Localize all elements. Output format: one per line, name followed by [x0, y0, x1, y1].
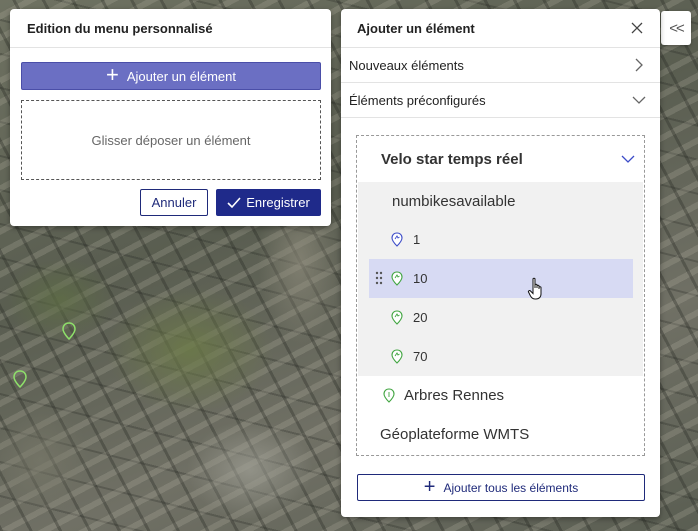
section-label: Éléments préconfigurés — [349, 92, 486, 108]
checkmark-icon — [227, 196, 241, 208]
save-label: Enregistrer — [246, 195, 310, 210]
tree-item[interactable]: 1 — [358, 220, 643, 259]
tree-item-label: 70 — [413, 349, 428, 364]
map-pin-green-icon — [391, 271, 403, 286]
tree-item-label: 20 — [413, 310, 428, 325]
add-element-panel: Ajouter un élément Nouveaux éléments Élé… — [341, 9, 660, 517]
drag-handle-icon[interactable] — [375, 271, 383, 285]
tree-item[interactable]: 10 — [369, 259, 633, 298]
section-preconfigured[interactable]: Éléments préconfigurés — [341, 83, 660, 118]
chevron-down-icon — [632, 96, 646, 104]
close-icon[interactable] — [630, 21, 644, 35]
layer-label: Géoplateforme WMTS — [380, 426, 530, 443]
map-pin-green-icon — [383, 388, 395, 403]
section-new-elements[interactable]: Nouveaux éléments — [341, 48, 660, 83]
map-pin-icon[interactable] — [62, 322, 76, 340]
preconfigured-tree: Velo star temps réel numbikesavailable 1… — [356, 135, 645, 456]
plus-icon: + — [106, 62, 119, 87]
map-pin-green-icon — [391, 349, 403, 364]
tree-group-velo-star[interactable]: Velo star temps réel — [357, 136, 644, 182]
panel-header: Ajouter un élément — [341, 9, 660, 48]
layer-item-wmts[interactable]: Géoplateforme WMTS — [357, 415, 644, 454]
cancel-button[interactable]: Annuler — [140, 189, 208, 216]
tree-item-label: 1 — [413, 232, 421, 247]
subgroup-label[interactable]: numbikesavailable — [358, 182, 643, 220]
panel-title: Ajouter un élément — [357, 20, 475, 36]
chevron-right-icon — [635, 58, 643, 72]
tree-item-label: 10 — [413, 271, 428, 286]
add-element-button[interactable]: + Ajouter un élément — [21, 62, 321, 90]
save-button[interactable]: Enregistrer — [216, 189, 321, 216]
double-chevron-left-icon: << — [669, 19, 684, 37]
map-pin-blue-icon — [391, 232, 403, 247]
tree-item[interactable]: 70 — [358, 337, 643, 376]
hand-cursor-icon — [527, 277, 542, 300]
tree-item[interactable]: 20 — [358, 298, 643, 337]
cancel-label: Annuler — [151, 195, 197, 210]
drop-zone[interactable]: Glisser déposer un élément — [21, 100, 321, 180]
section-label: Nouveaux éléments — [349, 57, 464, 73]
map-pin-green-icon — [391, 310, 403, 325]
map-pin-icon[interactable] — [13, 370, 27, 388]
chevron-down-icon — [621, 155, 635, 163]
drop-zone-label: Glisser déposer un élément — [91, 132, 251, 148]
layer-item-arbres[interactable]: Arbres Rennes — [357, 376, 644, 415]
edit-custom-menu-panel: Edition du menu personnalisé + Ajouter u… — [10, 9, 331, 226]
plus-icon: + — [423, 475, 436, 498]
subgroup-numbikesavailable: numbikesavailable 1 10 20 70 — [358, 182, 643, 376]
add-element-label: Ajouter un élément — [126, 68, 236, 84]
add-all-elements-button[interactable]: + Ajouter tous les éléments — [357, 474, 645, 501]
panel-title: Edition du menu personnalisé — [10, 9, 331, 48]
collapse-panel-button[interactable]: << — [661, 11, 691, 45]
add-all-label: Ajouter tous les éléments — [443, 480, 579, 495]
group-label: Velo star temps réel — [381, 150, 523, 168]
layer-label: Arbres Rennes — [404, 387, 505, 404]
